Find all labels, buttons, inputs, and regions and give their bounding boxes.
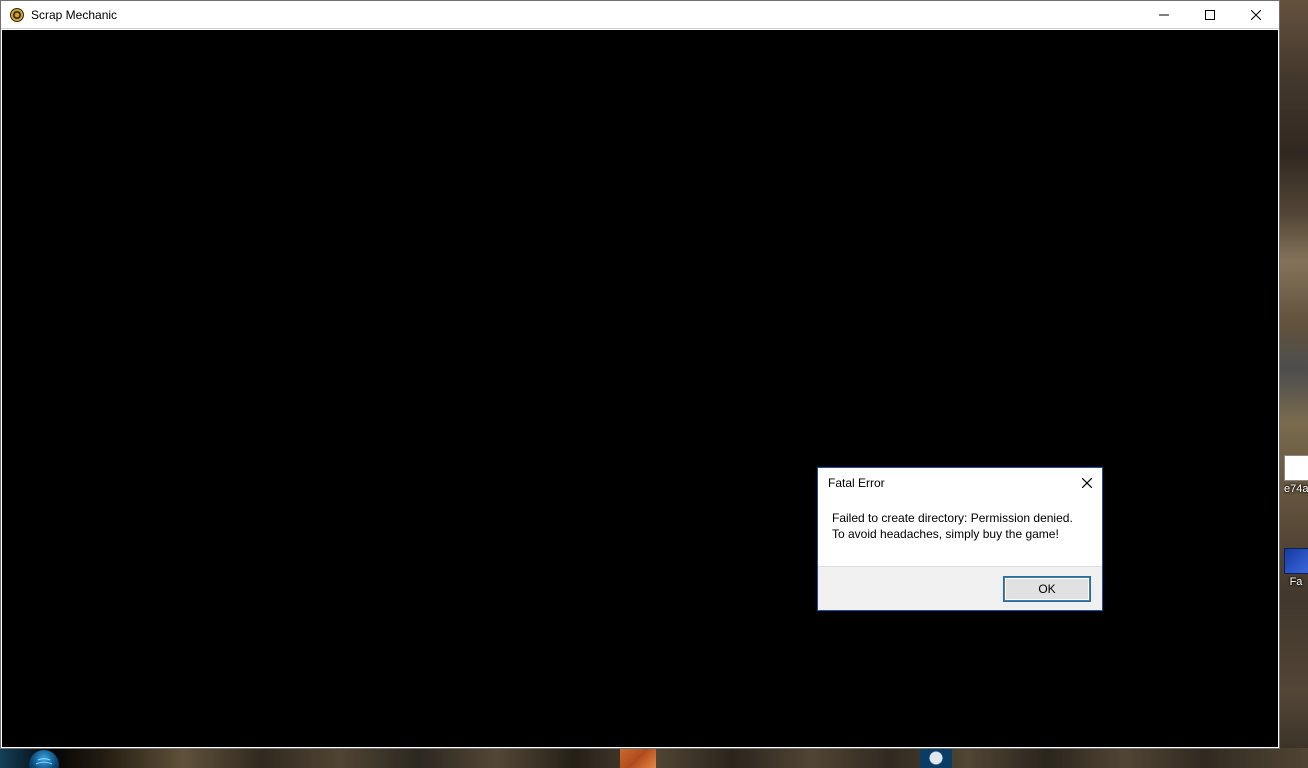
app-window: Scrap Mechanic: [0, 0, 1280, 749]
ok-button[interactable]: OK: [1004, 577, 1090, 601]
app-client-area: [2, 30, 1278, 747]
dialog-body: Failed to create directory: Permission d…: [818, 498, 1102, 566]
taskbar-chip-icon: [920, 748, 952, 768]
dialog-titlebar[interactable]: Fatal Error: [818, 468, 1102, 498]
dialog-message-line: To avoid headaches, simply buy the game!: [832, 526, 1088, 542]
window-title: Scrap Mechanic: [31, 8, 117, 22]
taskbar-chip-icon: [620, 748, 656, 768]
taskbar-orb-icon: [24, 748, 64, 768]
error-dialog: Fatal Error Failed to create directory: …: [817, 467, 1103, 611]
dialog-title: Fatal Error: [828, 476, 1072, 490]
desktop-wallpaper-right: [1280, 0, 1308, 768]
dialog-button-bar: OK: [818, 566, 1102, 610]
dialog-close-button[interactable]: [1072, 468, 1102, 498]
titlebar[interactable]: Scrap Mechanic: [1, 1, 1279, 29]
app-icon: [9, 7, 25, 23]
maximize-button[interactable]: [1187, 1, 1233, 29]
dialog-message-line: Failed to create directory: Permission d…: [832, 510, 1088, 526]
close-button[interactable]: [1233, 1, 1279, 29]
minimize-button[interactable]: [1141, 1, 1187, 29]
